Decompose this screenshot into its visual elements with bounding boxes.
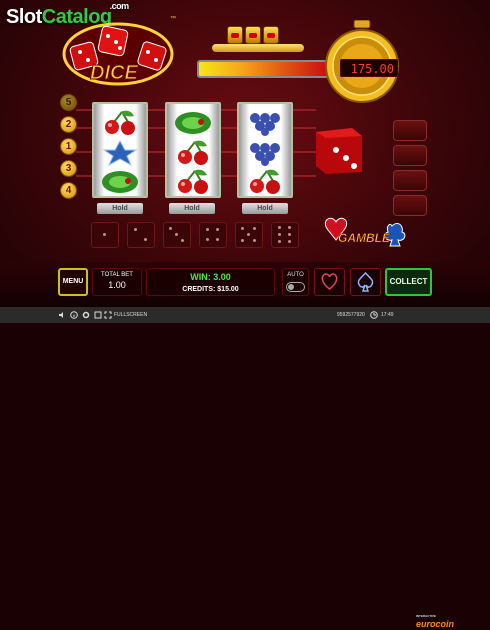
fullscreen-label[interactable]: FULLSCREEN — [114, 312, 147, 318]
multiplier-slot — [393, 170, 427, 191]
payline-marker[interactable]: 5 — [60, 94, 77, 111]
brand-tagline: INTERACTIVE — [416, 614, 437, 618]
payline-marker[interactable]: 1 — [60, 138, 77, 155]
die-face-6 — [271, 222, 299, 248]
payline-marker[interactable]: 3 — [60, 160, 77, 177]
bonus-stars — [227, 26, 279, 44]
settings-icon[interactable] — [82, 311, 90, 319]
watermark-suffix: .com — [109, 1, 130, 12]
win-amount: WIN: 3.00 — [190, 272, 231, 282]
menu-button[interactable]: MENU — [58, 268, 88, 296]
heart-gamble-button[interactable] — [314, 268, 345, 296]
sound-icon[interactable] — [58, 311, 66, 319]
payline-marker[interactable]: 4 — [60, 182, 77, 199]
win-credits-box: WIN: 3.00 CREDITS: $15.00 — [146, 268, 275, 296]
payline-marker[interactable]: 2 — [60, 116, 77, 133]
progress-meter-fill — [199, 62, 327, 76]
credits-amount: CREDITS: $15.00 — [182, 286, 239, 293]
dice-row — [91, 222, 299, 248]
big-die-icon — [316, 128, 362, 174]
progress-meter — [197, 60, 329, 78]
bonus-star-1 — [227, 26, 243, 44]
total-bet-value: 1.00 — [108, 280, 126, 290]
multiplier-slot — [393, 145, 427, 166]
history-icon[interactable] — [94, 311, 102, 319]
heart-icon — [321, 273, 338, 290]
gamble-button[interactable]: GAMBLE — [318, 212, 410, 258]
auto-switch[interactable] — [286, 282, 305, 292]
melon-icon — [102, 171, 138, 193]
multiplier-slot — [393, 120, 427, 141]
reel-3 — [237, 102, 293, 198]
clock-icon — [370, 311, 378, 319]
grapes-icon — [250, 143, 280, 166]
status-bar: FULLSCREEN 9592577920 17:49 eurocoin INT… — [0, 307, 490, 629]
auto-label: AUTO — [287, 272, 304, 278]
trademark: ™ — [170, 16, 176, 22]
cherries-icon — [178, 140, 208, 165]
star-icon — [102, 140, 138, 166]
cherries-icon — [178, 169, 208, 194]
reel-2 — [165, 102, 221, 198]
payline-markers: 5 2 1 3 4 — [60, 94, 77, 199]
spade-icon — [357, 271, 374, 292]
jackpot-display: 175.00 — [340, 59, 398, 77]
die-face-2 — [127, 222, 155, 248]
grapes-icon — [250, 113, 280, 136]
brand-name: eurocoin — [416, 619, 455, 629]
die-face-3 — [163, 222, 191, 248]
multiplier-slots — [393, 120, 427, 216]
fullscreen-icon[interactable] — [104, 311, 112, 319]
total-bet-label: TOTAL BET — [101, 272, 133, 278]
clock-time: 17:49 — [381, 312, 394, 318]
game-stage: SlotCatalog.com DICE ™ 175.00 5 2 1 3 4 — [0, 0, 490, 629]
hold-button-3[interactable]: Hold — [242, 203, 288, 214]
watermark-part1: Slot — [6, 6, 42, 28]
bonus-banner — [212, 44, 304, 52]
collect-button[interactable]: COLLECT — [385, 268, 432, 296]
gamble-label: GAMBLE — [338, 231, 391, 245]
auto-toggle[interactable]: AUTO — [282, 268, 309, 296]
info-icon[interactable] — [70, 311, 78, 319]
melon-icon — [175, 112, 211, 134]
hold-button-2[interactable]: Hold — [169, 203, 215, 214]
bonus-star-2 — [245, 26, 261, 44]
cherries-icon — [250, 169, 280, 194]
die-face-5 — [235, 222, 263, 248]
game-logo-text: DICE — [90, 62, 139, 85]
total-bet-box[interactable]: TOTAL BET 1.00 — [92, 268, 142, 296]
die-face-4 — [199, 222, 227, 248]
session-id: 9592577920 — [337, 312, 365, 318]
reel-1 — [92, 102, 148, 198]
hold-button-1[interactable]: Hold — [97, 203, 143, 214]
spade-gamble-button[interactable] — [350, 268, 381, 296]
eurocoin-logo: eurocoin INTERACTIVE — [416, 614, 454, 629]
die-face-1 — [91, 222, 119, 248]
cherries-icon — [105, 110, 135, 135]
bonus-star-3 — [263, 26, 279, 44]
